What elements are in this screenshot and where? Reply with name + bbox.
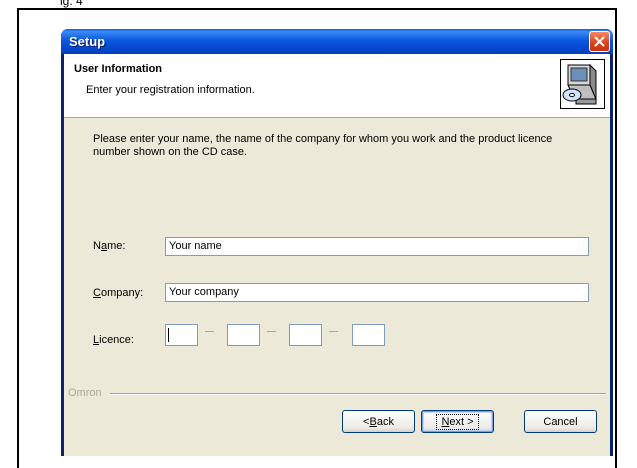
company-label: Company: (93, 287, 144, 299)
computer-cd-icon (560, 59, 605, 109)
back-button[interactable]: < Back (342, 410, 415, 433)
footer-divider (110, 393, 606, 394)
licence-field-3[interactable] (289, 324, 322, 346)
figure-caption: ig. 4 (60, 0, 83, 8)
text-cursor (168, 328, 169, 342)
cancel-button[interactable]: Cancel (524, 410, 597, 433)
intro-text: Please enter your name, the name of the … (93, 133, 553, 158)
licence-field-4[interactable] (352, 324, 385, 346)
licence-separator (205, 331, 214, 332)
licence-separator (267, 331, 276, 332)
header-title: User Information (74, 63, 163, 75)
dialog-client-area: User Information Enter your registration… (64, 54, 610, 456)
window-title: Setup (69, 34, 106, 49)
wizard-header: User Information Enter your registration… (64, 54, 610, 118)
name-label: Name: (93, 240, 126, 252)
header-subtitle: Enter your registration information. (86, 84, 255, 96)
title-bar[interactable]: Setup (61, 29, 613, 54)
licence-label: Licence: (93, 334, 134, 346)
next-button[interactable]: Next > (421, 410, 494, 433)
name-field[interactable]: Your name (165, 237, 589, 256)
company-field[interactable]: Your company (165, 283, 589, 302)
focus-rect: Next > (436, 413, 479, 430)
group-label: Omron (68, 387, 102, 399)
close-icon (594, 36, 605, 47)
licence-separator (329, 331, 338, 332)
setup-window: Setup User Information Enter your regist… (61, 29, 613, 456)
licence-field-1[interactable] (165, 324, 198, 346)
close-button[interactable] (589, 31, 610, 52)
licence-field-2[interactable] (227, 324, 260, 346)
